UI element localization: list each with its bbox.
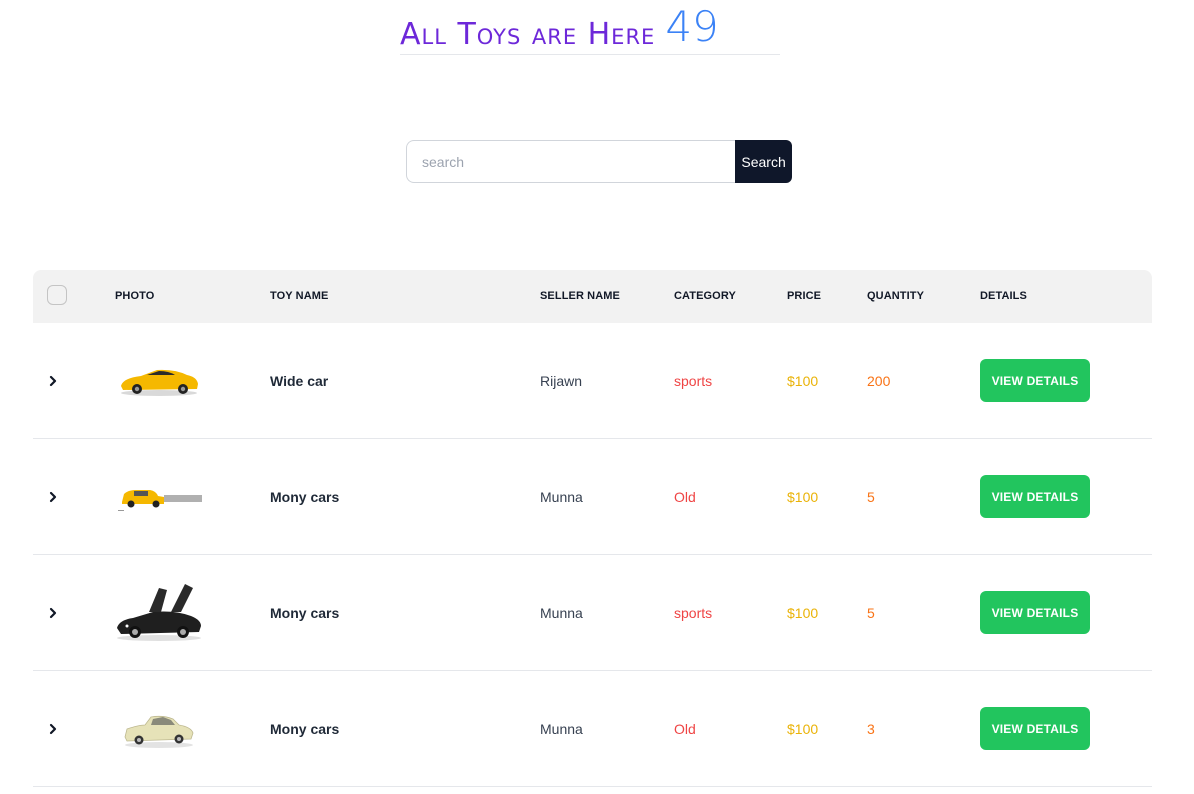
select-all-checkbox[interactable] — [47, 285, 67, 305]
toy-photo — [111, 439, 206, 554]
toy-photo — [111, 555, 206, 670]
quantity: 200 — [867, 372, 891, 389]
seller-name: Munna — [540, 604, 583, 621]
quantity: 3 — [867, 720, 875, 737]
category: Old — [674, 720, 696, 737]
toy-name: Mony cars — [270, 488, 340, 505]
category: sports — [674, 372, 713, 389]
view-details-button[interactable]: VIEW DETAILS — [980, 591, 1090, 634]
price: $100 — [787, 372, 819, 389]
yellow-small-car-image — [117, 489, 202, 511]
search-input[interactable] — [406, 140, 736, 183]
price: $100 — [787, 604, 819, 621]
seller-name: Rijawn — [540, 372, 583, 389]
page-heading: All Toys are Here 49 — [400, 2, 780, 55]
column-header-price: PRICE — [787, 290, 822, 302]
expand-chevron-icon[interactable] — [48, 323, 62, 438]
quantity: 5 — [867, 488, 875, 505]
beige-vintage-car-image — [124, 715, 193, 748]
column-header-details: DETAILS — [980, 290, 1027, 302]
price: $100 — [787, 488, 819, 505]
expand-chevron-icon[interactable] — [48, 439, 62, 554]
view-details-button[interactable]: VIEW DETAILS — [980, 475, 1090, 518]
toy-name: Wide car — [270, 372, 329, 389]
toy-count: 49 — [665, 2, 719, 51]
view-details-button[interactable]: VIEW DETAILS — [980, 359, 1090, 402]
table-row: Mony cars Munna Old $100 5 VIEW DETAILS — [33, 439, 1152, 555]
page-title: All Toys are Here — [400, 17, 656, 52]
toy-name: Mony cars — [270, 720, 340, 737]
column-header-quantity: QUANTITY — [867, 290, 925, 302]
category: sports — [674, 604, 713, 621]
table-row: Wide car Rijawn sports $100 200 VIEW DET… — [33, 323, 1152, 439]
toy-photo — [111, 323, 206, 438]
quantity: 5 — [867, 604, 875, 621]
toy-name: Mony cars — [270, 604, 340, 621]
search-button[interactable]: Search — [735, 140, 792, 183]
expand-chevron-icon[interactable] — [48, 671, 62, 786]
black-supercar-image — [116, 583, 201, 641]
price: $100 — [787, 720, 819, 737]
table-header: PHOTO TOY NAME SELLER NAME CATEGORY PRIC… — [33, 270, 1152, 323]
column-header-seller-name: SELLER NAME — [540, 290, 620, 302]
column-header-photo: PHOTO — [115, 290, 155, 302]
category: Old — [674, 488, 696, 505]
table-row: Mony cars Munna Old $100 3 VIEW DETAILS — [33, 671, 1152, 787]
column-header-toy-name: TOY NAME — [270, 290, 329, 302]
toy-photo — [111, 671, 206, 786]
table-row: Mony cars Munna sports $100 5 VIEW DETAI… — [33, 555, 1152, 671]
expand-chevron-icon[interactable] — [48, 555, 62, 670]
view-details-button[interactable]: VIEW DETAILS — [980, 707, 1090, 750]
seller-name: Munna — [540, 720, 583, 737]
yellow-sports-car-image — [120, 369, 198, 396]
toys-table: PHOTO TOY NAME SELLER NAME CATEGORY PRIC… — [33, 270, 1152, 787]
seller-name: Munna — [540, 488, 583, 505]
search-bar: Search — [406, 140, 792, 183]
column-header-category: CATEGORY — [674, 290, 736, 302]
